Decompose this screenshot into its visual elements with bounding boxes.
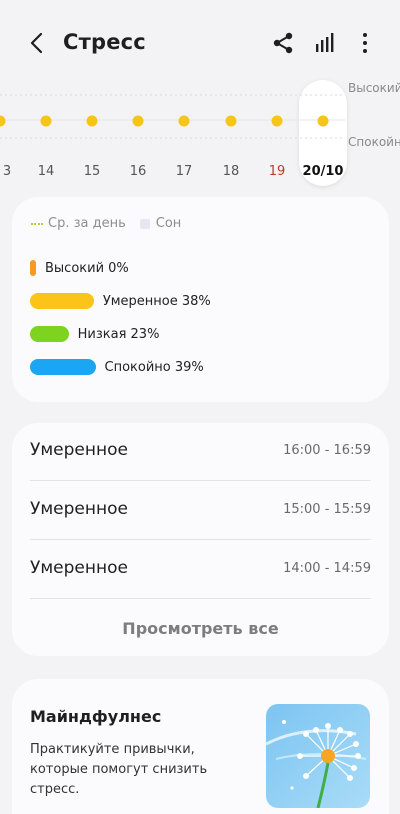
more-vertical-icon xyxy=(363,33,367,53)
stress-level-label: Умеренное 38% xyxy=(102,293,211,309)
history-level: Умеренное xyxy=(30,558,128,578)
stress-dot xyxy=(178,115,190,127)
view-all-button[interactable]: Просмотреть все xyxy=(12,619,389,638)
mindfulness-title: Майндфулнес xyxy=(30,707,162,726)
history-level: Умеренное xyxy=(30,440,128,460)
day-label[interactable]: 16 xyxy=(123,164,153,179)
stress-dot xyxy=(0,115,6,127)
day-label[interactable]: 20/10 xyxy=(301,164,345,179)
sleep-square-icon xyxy=(139,218,150,229)
chart-legend: Ср. за день Сон xyxy=(31,216,181,231)
stress-level-row: Высокий 0% xyxy=(30,260,129,276)
statistics-button[interactable] xyxy=(312,30,338,56)
share-button[interactable] xyxy=(270,30,296,56)
day-label[interactable]: 17 xyxy=(169,164,199,179)
stress-level-bar xyxy=(30,326,69,342)
stress-dot xyxy=(271,115,283,127)
app-header: Стресс xyxy=(0,0,400,86)
average-line-icon xyxy=(31,222,43,225)
average-legend-label: Ср. за день xyxy=(48,216,126,231)
stress-history-card: Умеренное 16:00 - 16:59 Умеренное 15:00 … xyxy=(12,423,389,656)
list-item[interactable]: Умеренное 15:00 - 15:59 xyxy=(30,482,371,540)
mindfulness-description: Практикуйте привычки, которые помогут сн… xyxy=(30,742,208,797)
stress-level-row: Умеренное 38% xyxy=(30,293,211,309)
mindfulness-card[interactable]: Майндфулнес Практикуйте привычки, которы… xyxy=(12,679,389,814)
stress-levels-card: Ср. за день Сон Высокий 0% Умеренное 38% Н… xyxy=(12,197,389,402)
day-label[interactable]: 3 xyxy=(0,164,22,179)
stress-level-label: Высокий 0% xyxy=(45,260,129,276)
stress-dot xyxy=(225,115,237,127)
stress-level-label: Низкая 23% xyxy=(77,326,160,342)
bar-chart-icon xyxy=(316,33,334,52)
list-item[interactable]: Умеренное 16:00 - 16:59 xyxy=(30,423,371,481)
day-label[interactable]: 19 xyxy=(262,164,292,179)
history-time: 16:00 - 16:59 xyxy=(283,443,371,458)
dandelion-illustration-icon xyxy=(266,704,370,808)
day-label[interactable]: 14 xyxy=(31,164,61,179)
stress-dot xyxy=(132,115,144,127)
stress-dot xyxy=(317,115,329,127)
history-level: Умеренное xyxy=(30,499,128,519)
history-time: 15:00 - 15:59 xyxy=(283,502,371,517)
sleep-legend-label: Сон xyxy=(155,216,182,231)
stress-level-row: Спокойно 39% xyxy=(30,359,204,375)
stress-level-bar xyxy=(30,260,36,276)
page-title: Стресс xyxy=(63,30,146,54)
level-calm-label: Спокойно xyxy=(348,135,400,149)
stress-level-bar xyxy=(30,293,94,309)
back-button[interactable] xyxy=(26,30,50,56)
day-label[interactable]: 15 xyxy=(77,164,107,179)
more-options-button[interactable] xyxy=(352,30,378,56)
stress-level-row: Низкая 23% xyxy=(30,326,159,342)
stress-daily-strip: 3 14 15 16 17 18 19 20/10 Высокий Спокойно xyxy=(0,76,400,186)
stress-dot xyxy=(40,115,52,127)
stress-level-bar xyxy=(30,359,96,375)
history-time: 14:00 - 14:59 xyxy=(283,561,371,576)
share-icon xyxy=(273,32,293,54)
stress-dot xyxy=(86,115,98,127)
day-label[interactable]: 18 xyxy=(216,164,246,179)
stress-dots-chart xyxy=(0,94,345,139)
chevron-left-icon xyxy=(30,32,43,54)
stress-level-label: Спокойно 39% xyxy=(104,359,204,375)
level-high-label: Высокий xyxy=(348,81,400,95)
list-item[interactable]: Умеренное 14:00 - 14:59 xyxy=(30,541,371,599)
